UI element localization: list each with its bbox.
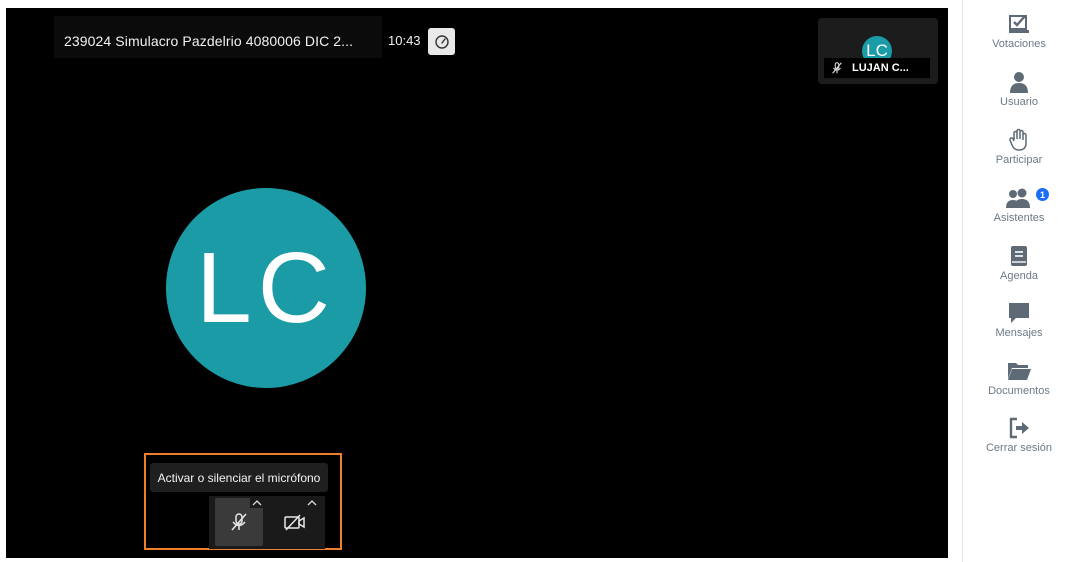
- sidebar: Votaciones Usuario Participar 1 Asistent…: [962, 0, 1074, 562]
- speedometer-icon: [434, 34, 449, 49]
- sidebar-item-asistentes[interactable]: 1 Asistentes: [963, 186, 1074, 224]
- sidebar-item-label: Mensajes: [995, 327, 1043, 339]
- checkbox-icon: [1009, 15, 1029, 33]
- sidebar-item-cerrar-sesion[interactable]: Cerrar sesión: [963, 416, 1074, 454]
- sidebar-item-label: Usuario: [1000, 96, 1038, 108]
- mic-muted-icon: [231, 513, 247, 531]
- meeting-title: 239024 Simulacro Pazdelrio 4080006 DIC 2…: [64, 33, 354, 49]
- logout-icon: [1009, 417, 1029, 439]
- sidebar-item-label: Cerrar sesión: [985, 442, 1053, 454]
- sidebar-item-mensajes[interactable]: Mensajes: [963, 301, 1074, 339]
- users-icon: [1006, 188, 1030, 208]
- sidebar-item-participar[interactable]: Participar: [963, 128, 1074, 166]
- meeting-timer: 10:43: [388, 33, 421, 48]
- sidebar-item-label: Agenda: [1000, 270, 1038, 282]
- speed-test-button[interactable]: [428, 28, 455, 55]
- hand-icon: [1009, 128, 1027, 151]
- chevron-up-icon: [252, 499, 262, 505]
- chevron-up-icon: [307, 499, 317, 505]
- participant-name: LUJAN C...: [852, 62, 909, 74]
- sidebar-item-agenda[interactable]: Agenda: [963, 244, 1074, 282]
- sidebar-item-documentos[interactable]: Documentos: [963, 359, 1074, 397]
- sidebar-item-label: Asistentes: [993, 212, 1045, 224]
- main-avatar: LC: [166, 188, 366, 388]
- message-icon: [1009, 303, 1029, 323]
- user-icon: [1010, 72, 1028, 93]
- folder-icon: [1008, 363, 1031, 380]
- sidebar-item-label: Votaciones: [992, 38, 1046, 50]
- media-toolbar: [209, 496, 325, 549]
- sidebar-item-label: Documentos: [988, 385, 1050, 397]
- attendees-count-badge: 1: [1036, 188, 1049, 201]
- mic-muted-icon: [832, 62, 842, 74]
- camera-off-icon: [284, 514, 305, 531]
- sidebar-item-label: Participar: [995, 154, 1043, 166]
- mic-tooltip: Activar o silenciar el micrófono: [150, 463, 328, 492]
- book-icon: [1011, 246, 1027, 266]
- camera-options-button[interactable]: [305, 496, 319, 508]
- sidebar-item-votaciones[interactable]: Votaciones: [963, 12, 1074, 50]
- sidebar-item-usuario[interactable]: Usuario: [963, 70, 1074, 108]
- participant-thumbnail[interactable]: LC LUJAN C...: [818, 18, 938, 84]
- mic-options-button[interactable]: [250, 496, 264, 508]
- thumbnail-label: LUJAN C...: [824, 58, 930, 78]
